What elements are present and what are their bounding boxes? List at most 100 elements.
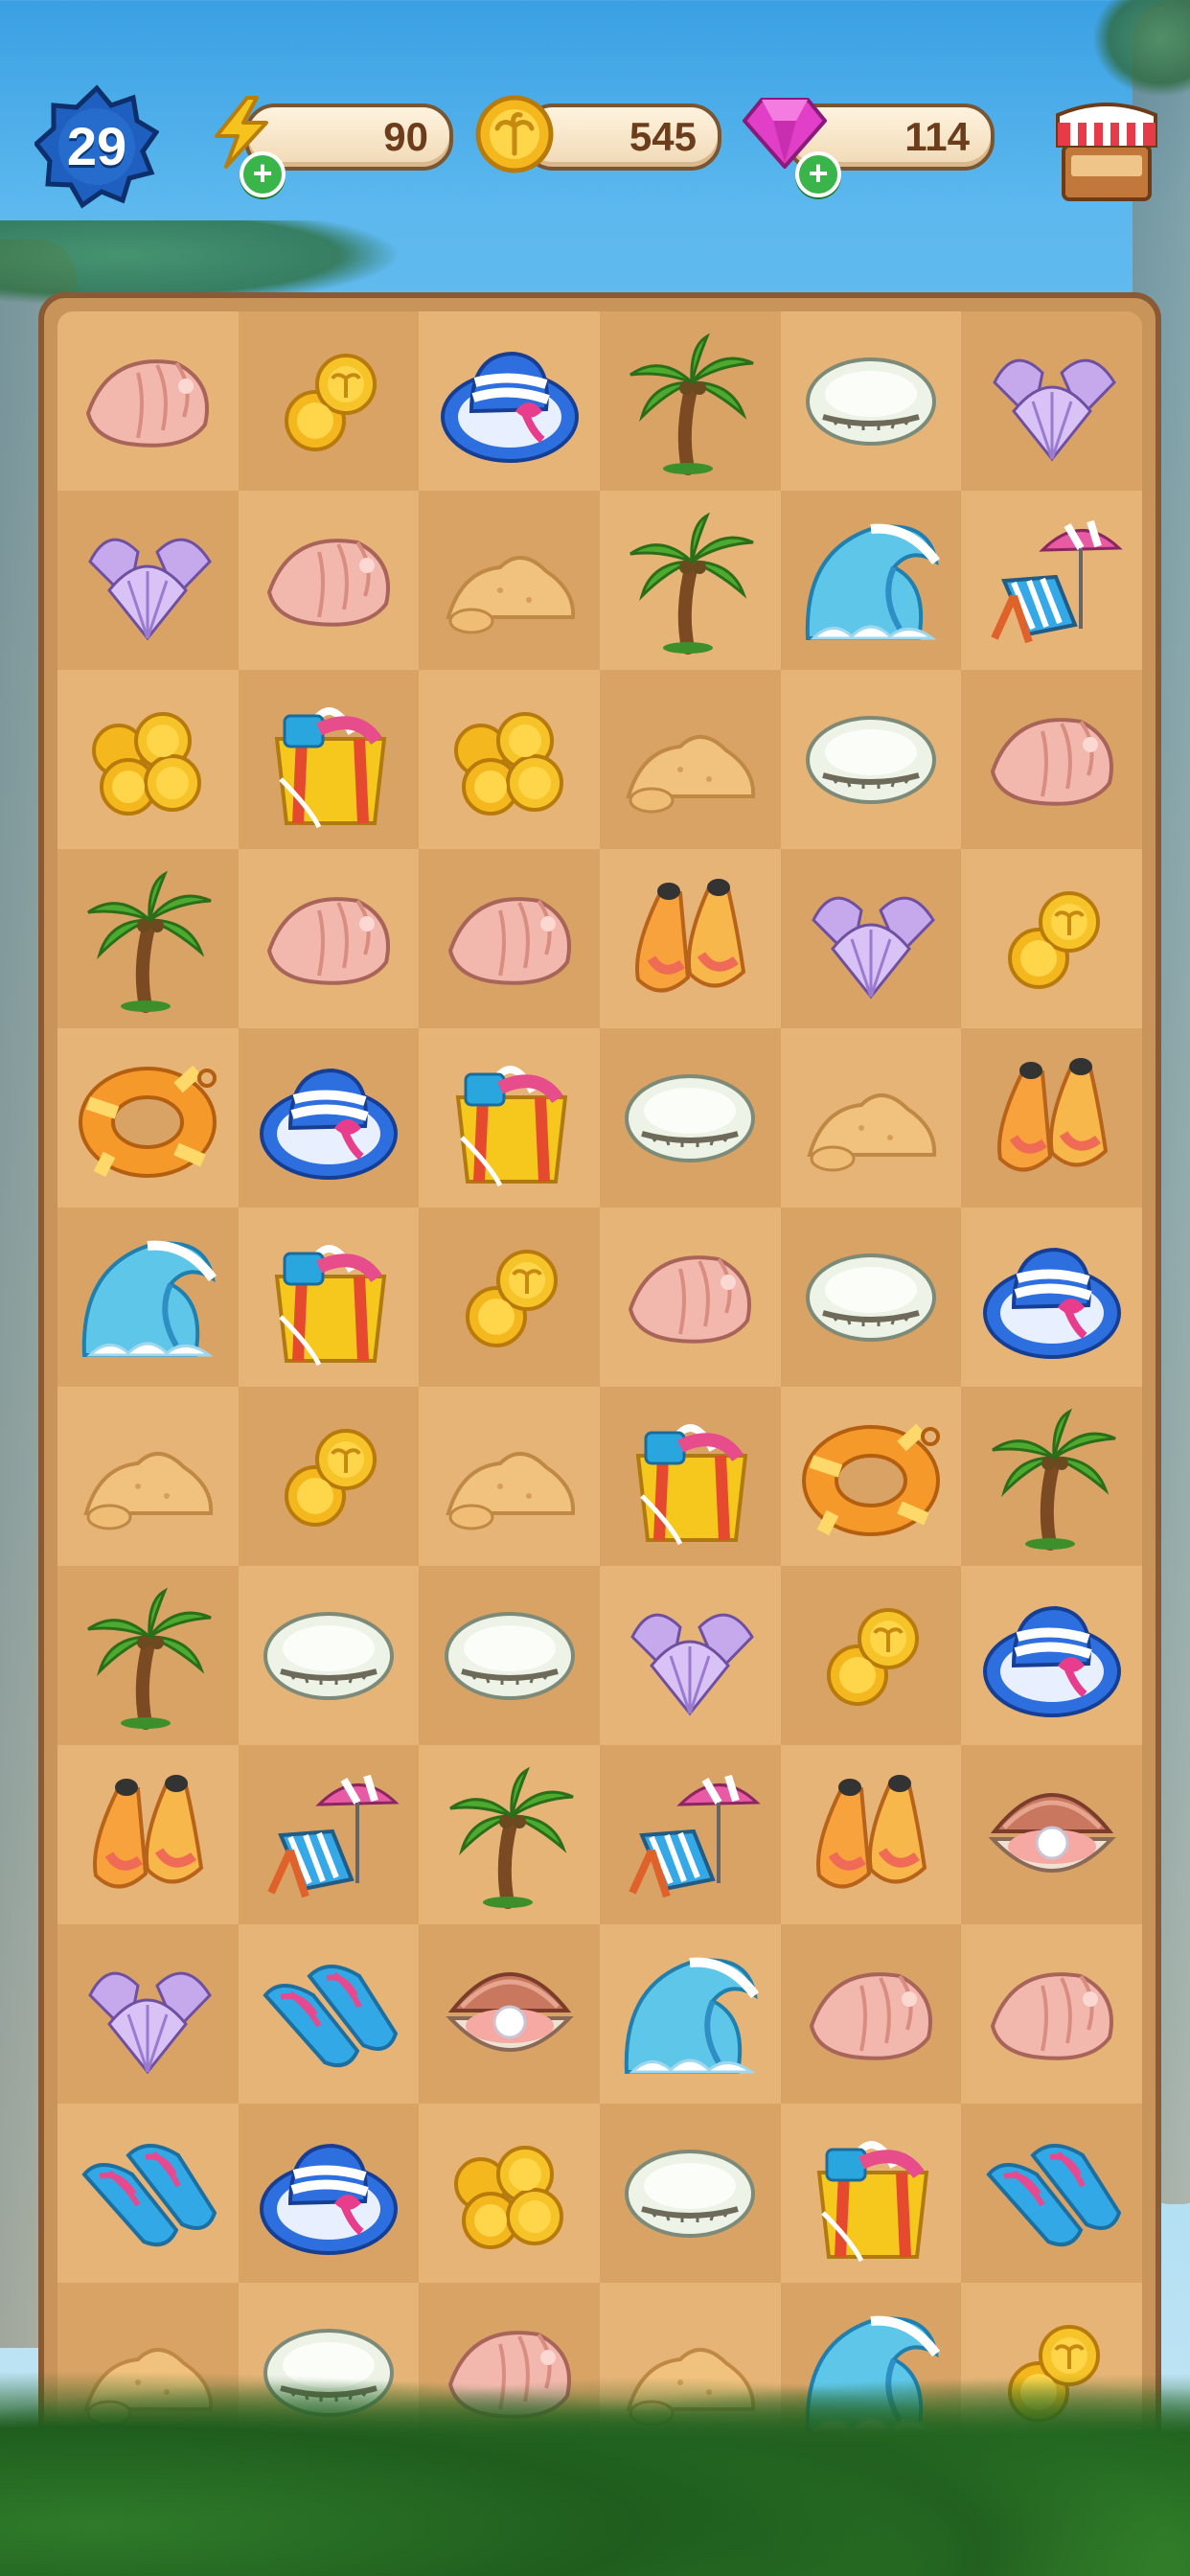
cowrie-shell-icon	[444, 1611, 575, 1700]
gold-coin-icon	[475, 95, 554, 173]
board-tile[interactable]	[419, 1208, 600, 1387]
board-tile[interactable]	[961, 1924, 1142, 2104]
board-tile[interactable]	[961, 1208, 1142, 1387]
board-tile[interactable]	[600, 1566, 781, 1745]
beach-bag-icon	[816, 2140, 929, 2262]
board-tile[interactable]	[780, 1028, 962, 1208]
sun-hat-icon	[982, 1605, 1121, 1717]
board-tile[interactable]	[238, 1566, 420, 1745]
board-tile[interactable]	[961, 849, 1142, 1028]
pearl-oyster-icon	[446, 1971, 574, 2052]
board-tile[interactable]	[780, 311, 962, 491]
board-tile[interactable]	[419, 670, 600, 849]
board-tile[interactable]	[780, 1566, 962, 1745]
board-tile[interactable]	[238, 1208, 420, 1387]
board-tile[interactable]	[961, 1745, 1142, 1924]
board-tile[interactable]	[961, 1028, 1142, 1208]
sand-pile-icon	[445, 555, 575, 633]
board-tile[interactable]	[57, 670, 239, 849]
board-tile[interactable]	[600, 670, 781, 849]
gold-coins-small-icon	[1007, 890, 1100, 989]
board-tile[interactable]	[57, 1924, 239, 2104]
board-tile[interactable]	[961, 1387, 1142, 1566]
level-number: 29	[66, 116, 127, 176]
board-tile[interactable]	[238, 849, 420, 1028]
board-tile[interactable]	[600, 2104, 781, 2283]
board-tile[interactable]	[600, 849, 781, 1028]
board-tile[interactable]	[961, 670, 1142, 849]
ocean-wave-icon	[625, 1957, 760, 2074]
board-tile[interactable]	[419, 849, 600, 1028]
add-gems-button[interactable]: +	[795, 151, 841, 197]
board-tile[interactable]	[238, 670, 420, 849]
board-tile[interactable]	[780, 670, 962, 849]
board-tile[interactable]	[419, 2104, 600, 2283]
purple-scallops-icon	[992, 358, 1116, 461]
board-tile[interactable]	[419, 1745, 600, 1924]
board-tile[interactable]	[600, 1745, 781, 1924]
level-badge[interactable]: 29	[34, 84, 159, 209]
board-tile[interactable]	[238, 311, 420, 491]
board-tile[interactable]	[600, 311, 781, 491]
board-tile[interactable]	[780, 1924, 962, 2104]
board-tile[interactable]	[57, 2104, 239, 2283]
energy-value: 90	[383, 114, 428, 159]
sun-hat-icon	[982, 1247, 1121, 1359]
board-tile[interactable]	[57, 1745, 239, 1924]
board-tile[interactable]	[780, 1387, 962, 1566]
board-tile[interactable]	[57, 311, 239, 491]
shop-stall-icon[interactable]	[1050, 94, 1163, 207]
board-tile[interactable]	[780, 1745, 962, 1924]
board-tile[interactable]	[419, 1028, 600, 1208]
board-tile[interactable]	[600, 1924, 781, 2104]
board-tile[interactable]	[419, 311, 600, 491]
board-tile[interactable]	[780, 2104, 962, 2283]
board-tile[interactable]	[780, 1208, 962, 1387]
beach-chair-umbrella-icon	[991, 519, 1123, 643]
add-energy-button[interactable]: +	[240, 151, 286, 197]
purple-scallops-icon	[88, 538, 213, 640]
board-tile[interactable]	[961, 1566, 1142, 1745]
board-tile[interactable]	[419, 1924, 600, 2104]
board-tile[interactable]	[600, 1028, 781, 1208]
board-tile[interactable]	[57, 1566, 239, 1745]
board-tile[interactable]	[419, 1387, 600, 1566]
sun-hat-icon	[259, 1068, 398, 1180]
flip-flops-icon	[986, 2143, 1121, 2246]
swim-ring-icon	[79, 1065, 217, 1178]
palm-tree-icon	[991, 1408, 1116, 1551]
beach-bag-icon	[274, 706, 387, 828]
gold-coins-small-icon	[465, 1249, 558, 1347]
board-tile[interactable]	[238, 1745, 420, 1924]
board-tile[interactable]	[600, 1208, 781, 1387]
board-tile[interactable]	[57, 1387, 239, 1566]
foreground-foliage	[0, 2327, 1190, 2576]
board-tile[interactable]	[961, 491, 1142, 670]
board-tile[interactable]	[419, 1566, 600, 1745]
board-tile[interactable]	[961, 311, 1142, 491]
beach-bag-icon	[274, 1244, 387, 1366]
board-tile[interactable]	[57, 1208, 239, 1387]
conch-shell-icon	[266, 896, 390, 985]
board-tile[interactable]	[238, 491, 420, 670]
flip-flops-icon	[81, 2143, 217, 2246]
board-tile[interactable]	[57, 491, 239, 670]
ocean-wave-icon	[805, 523, 941, 640]
board-tile[interactable]	[780, 849, 962, 1028]
board-tile[interactable]	[600, 491, 781, 670]
conch-shell-icon	[86, 358, 210, 448]
purple-scallops-icon	[812, 896, 935, 999]
board-tile[interactable]	[780, 491, 962, 670]
board-tile[interactable]	[419, 491, 600, 670]
board-tile[interactable]	[57, 1028, 239, 1208]
board-tile[interactable]	[57, 849, 239, 1028]
board-tile[interactable]	[600, 1387, 781, 1566]
top-hud: 29 90 + 545 114 +	[0, 77, 1190, 240]
board-tile[interactable]	[961, 2104, 1142, 2283]
board-tile[interactable]	[238, 1924, 420, 2104]
board-tile[interactable]	[238, 1028, 420, 1208]
ocean-wave-icon	[82, 1240, 217, 1357]
board-tile[interactable]	[238, 1387, 420, 1566]
cowrie-shell-icon	[625, 1073, 756, 1162]
board-tile[interactable]	[238, 2104, 420, 2283]
